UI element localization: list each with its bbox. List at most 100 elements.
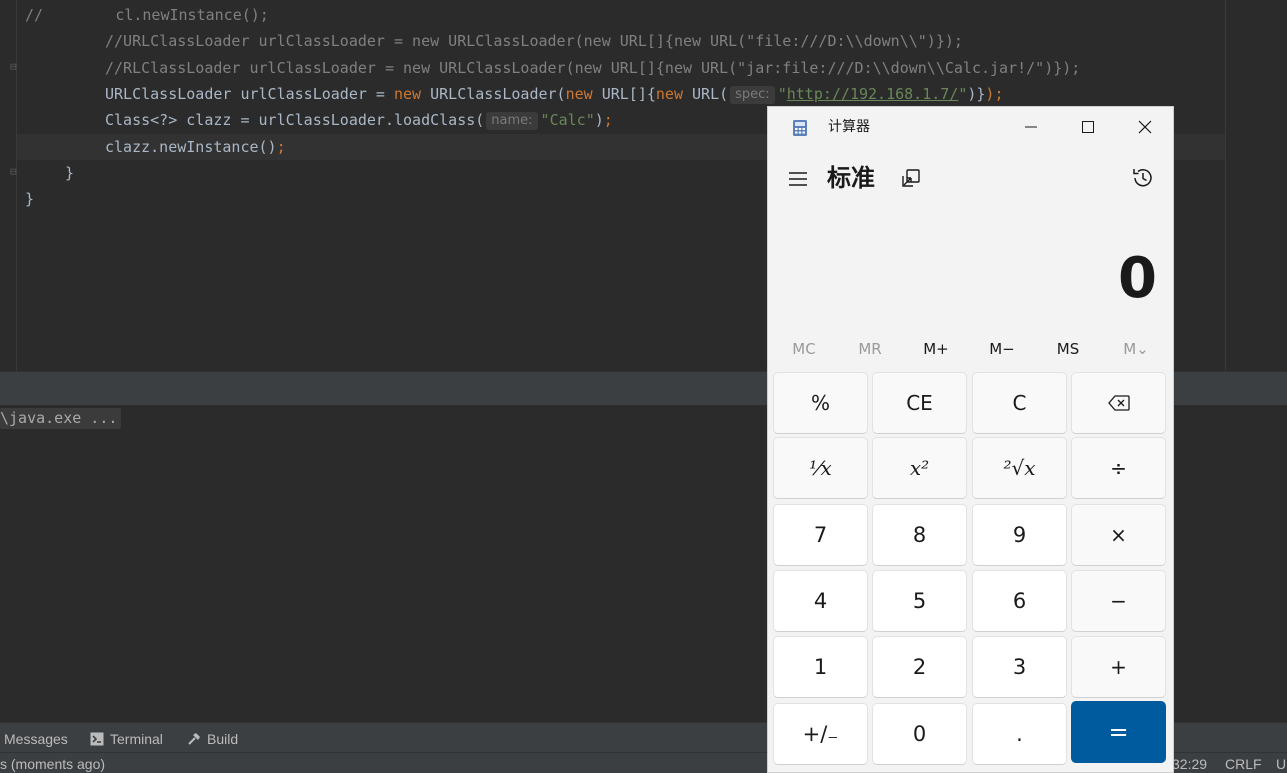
code-line-5: Class<?> clazz = urlClassLoader.loadClas… [105, 107, 613, 133]
digit-9-button[interactable]: 9 [972, 504, 1067, 566]
code-line-7: } [65, 164, 75, 182]
fold-marker-icon[interactable]: ⊟ [10, 166, 22, 178]
memory-add-button[interactable]: M+ [906, 335, 966, 363]
gutter-divider [16, 0, 17, 371]
url-link[interactable]: http://192.168.1.7/ [787, 85, 959, 103]
code-line-4: URLClassLoader urlClassLoader = new URLC… [105, 81, 1003, 107]
code-text: URLClassLoader( [421, 85, 566, 103]
tab-messages[interactable]: Messages [4, 723, 68, 753]
minimize-button[interactable] [1002, 107, 1059, 147]
fold-marker-icon[interactable]: ⊟ [10, 61, 22, 73]
add-button[interactable]: + [1071, 636, 1166, 698]
backspace-icon [1107, 395, 1130, 411]
code-text: URL( [682, 85, 729, 103]
status-message: s (moments ago) [0, 756, 106, 772]
hamburger-menu-icon[interactable] [786, 169, 810, 189]
divide-button[interactable]: ÷ [1071, 437, 1166, 499]
memory-store-button[interactable]: MS [1038, 335, 1098, 363]
memory-subtract-button[interactable]: M− [972, 335, 1032, 363]
reciprocal-button[interactable]: ⅟x [773, 437, 868, 499]
subtract-button[interactable]: − [1071, 570, 1166, 632]
maximize-button[interactable] [1059, 107, 1116, 147]
key-label: ²√x [1003, 456, 1036, 480]
key-label: × [1110, 523, 1127, 547]
calculator-nav: 标准 [768, 147, 1173, 207]
key-label: % [810, 391, 830, 415]
key-label: 8 [912, 523, 927, 547]
string-literal: "Calc" [540, 111, 595, 129]
key-label: . [1016, 722, 1023, 746]
right-margin-guide [1225, 0, 1226, 371]
code-text: ) [594, 111, 604, 129]
digit-5-button[interactable]: 5 [872, 570, 967, 632]
mode-title: 标准 [827, 164, 875, 192]
comment-marker: // [25, 6, 44, 24]
key-label: x² [909, 456, 930, 480]
key-label: C [1012, 391, 1027, 415]
negate-button[interactable]: +/₋ [773, 703, 868, 765]
memory-clear-button[interactable]: MC [774, 335, 834, 363]
punctuation: ); [985, 85, 1004, 103]
key-label: 2 [912, 655, 927, 679]
square-button[interactable]: x² [872, 437, 967, 499]
code-line-8: } [25, 190, 35, 208]
punctuation: ; [603, 111, 613, 129]
key-label: 7 [813, 523, 828, 547]
code-line-3: //RLClassLoader urlClassLoader = new URL… [105, 59, 1081, 77]
digit-8-button[interactable]: 8 [872, 504, 967, 566]
key-label: 3 [1012, 655, 1027, 679]
caret-position[interactable]: 32:29 [1172, 753, 1207, 773]
code-text: clazz.newInstance() [105, 138, 277, 156]
digit-4-button[interactable]: 4 [773, 570, 868, 632]
square-root-button[interactable]: ²√x [972, 437, 1067, 499]
keyword: new [565, 85, 593, 103]
equals-button[interactable]: = [1071, 701, 1166, 763]
digit-6-button[interactable]: 6 [972, 570, 1067, 632]
keyword: new [393, 85, 422, 103]
key-label: 0 [912, 722, 927, 746]
history-icon[interactable] [1130, 165, 1156, 191]
memory-list-button[interactable]: M⌄ [1106, 335, 1166, 363]
punctuation: ; [276, 138, 286, 156]
clear-button[interactable]: C [972, 372, 1067, 434]
tab-terminal[interactable]: Terminal [90, 723, 163, 753]
key-label: CE [906, 391, 933, 415]
key-label: = [1108, 718, 1129, 746]
parameter-hint: spec: [730, 86, 775, 104]
clear-entry-button[interactable]: CE [872, 372, 967, 434]
maximize-icon [1081, 121, 1094, 133]
tab-build[interactable]: Build [187, 723, 238, 753]
parameter-hint: name: [486, 112, 538, 130]
key-label: ⅟x [809, 456, 832, 480]
digit-7-button[interactable]: 7 [773, 504, 868, 566]
digit-0-button[interactable]: 0 [872, 703, 967, 765]
code-line-2: //URLClassLoader urlClassLoader = new UR… [105, 32, 963, 50]
keep-on-top-icon[interactable] [900, 167, 922, 189]
key-label: 5 [912, 589, 927, 613]
tab-label: Terminal [110, 731, 163, 747]
line-separator[interactable]: CRLF [1225, 753, 1262, 773]
calculator-window: 计算器 标准 0 MC MR M+ M− MS M⌄ % CE C ⅟x x² … [767, 106, 1174, 773]
percent-button[interactable]: % [773, 372, 868, 434]
code-text: URLClassLoader urlClassLoader = [105, 85, 394, 103]
digit-2-button[interactable]: 2 [872, 636, 967, 698]
key-label: +/₋ [802, 722, 839, 746]
multiply-button[interactable]: × [1071, 504, 1166, 566]
decimal-button[interactable]: . [972, 703, 1067, 765]
digit-3-button[interactable]: 3 [972, 636, 1067, 698]
key-label: − [1110, 589, 1127, 613]
memory-recall-button[interactable]: MR [840, 335, 900, 363]
close-button[interactable] [1116, 107, 1173, 147]
code-text: )} [967, 85, 986, 103]
file-encoding[interactable]: U [1276, 753, 1286, 773]
run-command-line[interactable]: \java.exe ... [0, 408, 122, 429]
backspace-button[interactable] [1071, 372, 1166, 434]
code-line-6: clazz.newInstance(); [105, 134, 286, 160]
calculator-titlebar[interactable]: 计算器 [768, 107, 1173, 147]
minimize-icon [1024, 126, 1037, 128]
window-title: 计算器 [828, 119, 870, 135]
commented-code: cl.newInstance(); [115, 6, 269, 24]
tab-label: Messages [4, 731, 68, 747]
string-quote: " [958, 85, 968, 103]
digit-1-button[interactable]: 1 [773, 636, 868, 698]
